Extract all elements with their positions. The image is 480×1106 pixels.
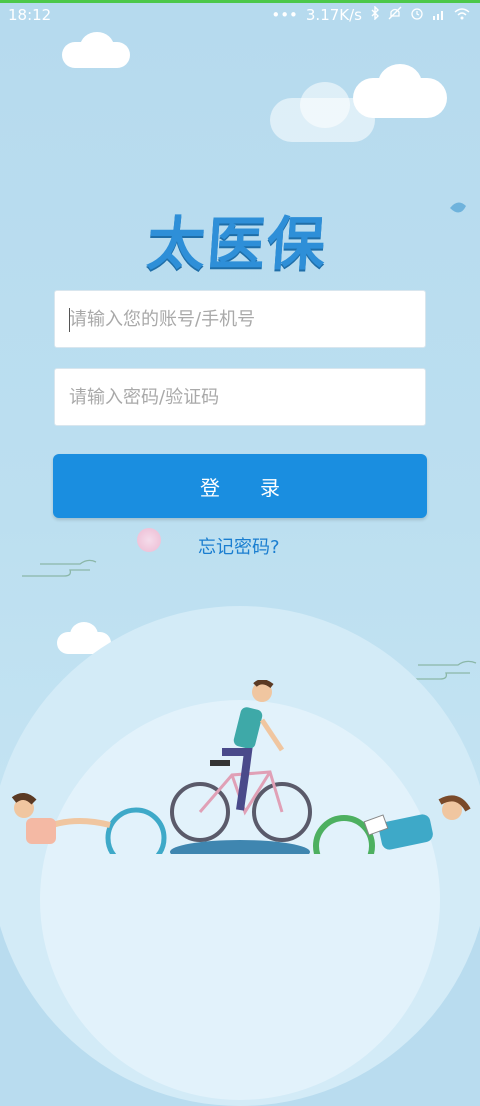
wind-lines-decoration — [22, 559, 97, 577]
left-cyclist — [11, 793, 167, 854]
pink-ball-decoration — [137, 528, 161, 552]
more-dots-icon: ••• — [271, 6, 298, 24]
mute-icon — [388, 6, 402, 24]
login-button[interactable]: 登录 — [53, 454, 427, 518]
status-bar-accent — [0, 0, 480, 3]
leaf-icon — [450, 202, 466, 213]
password-input[interactable] — [55, 369, 425, 425]
forgot-password-link[interactable]: 忘记密码? — [198, 533, 280, 559]
text-caret — [69, 308, 70, 332]
password-field-container — [54, 368, 426, 426]
network-speed: 3.17K/s — [305, 6, 362, 24]
status-time: 18:12 — [8, 6, 52, 24]
bluetooth-icon — [370, 5, 380, 24]
right-cyclist — [313, 795, 471, 854]
account-field-container — [54, 290, 426, 348]
account-input[interactable] — [55, 291, 425, 347]
status-bar: 18:12 ••• 3.17K/s — [0, 0, 480, 30]
signal-icon — [432, 6, 446, 24]
center-cyclist — [170, 680, 312, 842]
alarm-icon — [410, 6, 424, 24]
app-logo: 太医保 — [144, 210, 330, 278]
cyclists-illustration — [11, 680, 471, 854]
wifi-icon — [454, 6, 470, 24]
status-icons: ••• 3.17K/s — [271, 5, 470, 24]
